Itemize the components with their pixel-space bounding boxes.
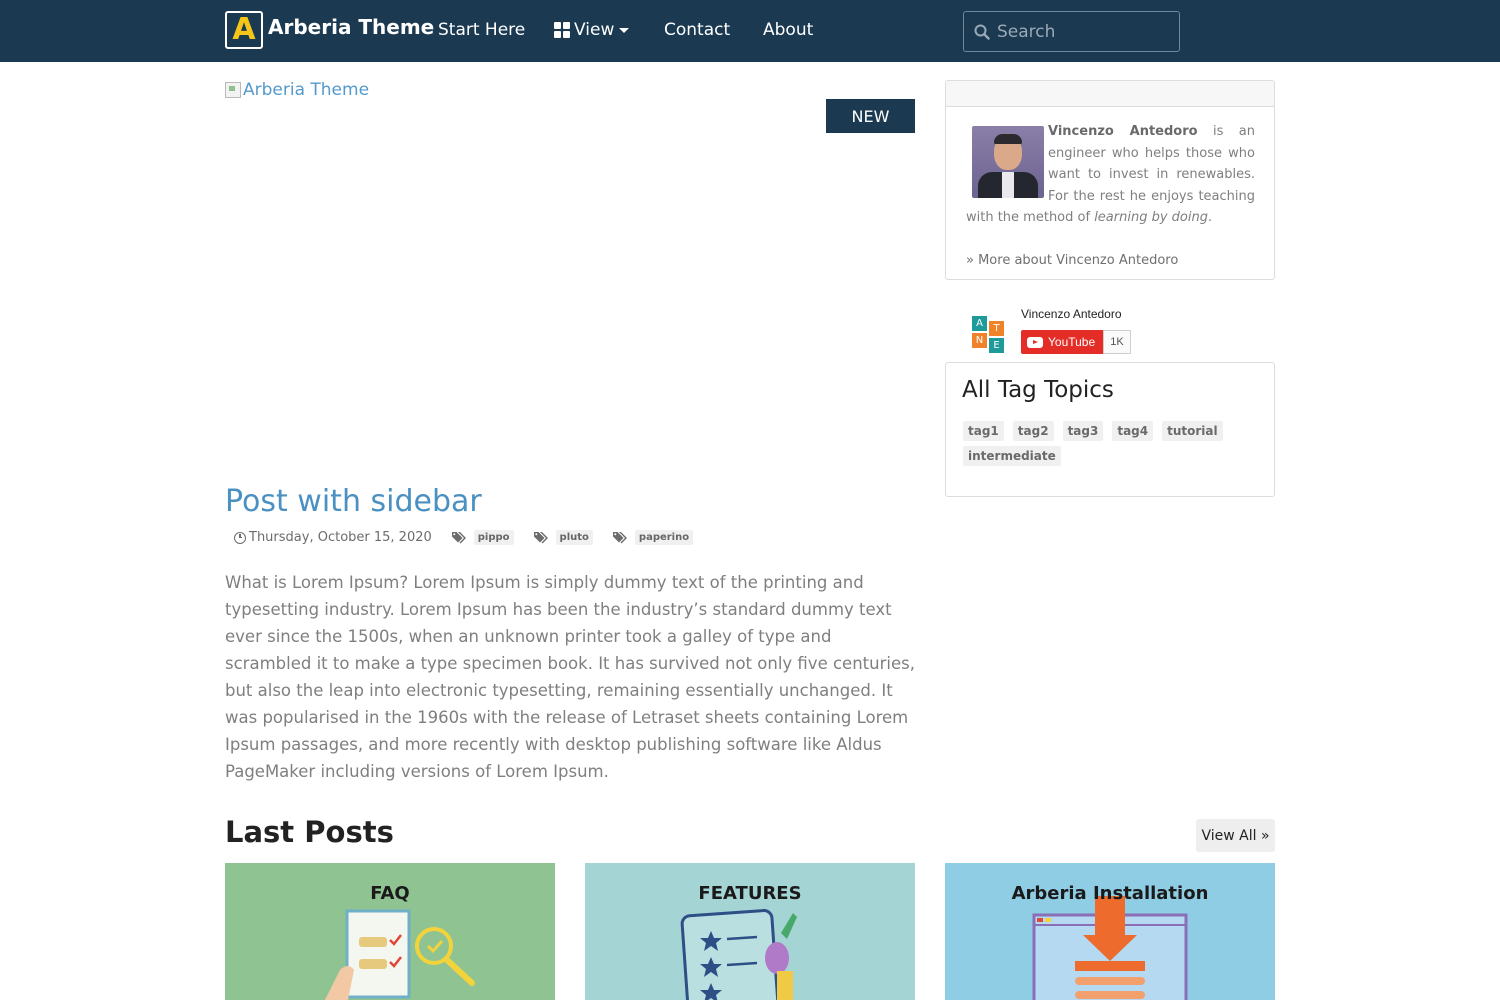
channel-logo-icon: A T N E: [969, 310, 1007, 353]
nav-start-here[interactable]: Start Here: [438, 20, 525, 40]
post-tag-paperino[interactable]: paperino: [634, 530, 694, 545]
nav-contact[interactable]: Contact: [664, 20, 730, 40]
youtube-subscribe-button[interactable]: YouTube: [1021, 330, 1103, 354]
post-title-link[interactable]: Post with sidebar: [225, 484, 482, 519]
channel-logo-letter: E: [989, 338, 1004, 353]
post-excerpt: What is Lorem Ipsum? Lorem Ipsum is simp…: [225, 573, 915, 781]
youtube-play-icon: [1027, 336, 1043, 348]
author-card-header: [946, 81, 1274, 107]
tags-icon: [451, 531, 468, 544]
tag-link-tag4[interactable]: tag4: [1112, 421, 1154, 441]
brand-link[interactable]: A Arberia Theme: [225, 11, 434, 49]
tags-icon: [612, 531, 629, 544]
youtube-subscribe-widget: A T N E Vincenzo Antedoro YouTube 1K: [967, 306, 1137, 356]
channel-logo-letter: T: [989, 321, 1004, 336]
top-navbar: A Arberia Theme Start Here View Contact …: [0, 0, 1500, 62]
broken-image-icon: [225, 82, 241, 98]
tag-topics-title: All Tag Topics: [962, 377, 1114, 403]
post-card-title: FAQ: [370, 883, 410, 904]
youtube-button-label: YouTube: [1048, 335, 1096, 349]
channel-logo-letter: N: [972, 333, 987, 348]
broken-image-placeholder: Arberia Theme: [225, 80, 915, 100]
post-featured-image[interactable]: Arberia Theme: [225, 80, 915, 470]
brand-logo-icon: A: [225, 11, 263, 49]
author-more-link[interactable]: » More about Vincenzo Antedoro: [966, 253, 1178, 268]
youtube-channel-name[interactable]: Vincenzo Antedoro: [1021, 307, 1122, 321]
search-input[interactable]: [997, 21, 1167, 42]
post-date: Thursday, October 15, 2020: [249, 530, 432, 545]
nav-view-dropdown[interactable]: View: [554, 20, 630, 40]
new-badge: NEW: [826, 99, 915, 133]
post-card-title: Arberia Installation: [1011, 883, 1209, 904]
post-card-title: FEATURES: [698, 883, 802, 904]
author-bio-end: .: [1207, 210, 1213, 225]
tag-topics-list: tag1 tag2 tag3 tag4 tutorial intermediat…: [963, 421, 1263, 466]
post-card-faq[interactable]: FAQ: [225, 863, 555, 1000]
tag-link-tag2[interactable]: tag2: [1012, 421, 1054, 441]
tag-link-tutorial[interactable]: tutorial: [1162, 421, 1223, 441]
post-tag-pluto[interactable]: pluto: [555, 530, 593, 545]
tag-topics-card: All Tag Topics tag1 tag2 tag3 tag4 tutor…: [945, 362, 1275, 497]
post-meta: Thursday, October 15, 2020 pippo pluto p…: [234, 530, 694, 545]
nav-view-label: View: [574, 20, 615, 40]
author-bio-emphasis: learning by doing: [1094, 210, 1208, 225]
brand-name: Arberia Theme: [268, 15, 435, 39]
tag-link-tag1[interactable]: tag1: [963, 421, 1004, 441]
youtube-subscriber-count: 1K: [1103, 330, 1131, 354]
author-card: Vincenzo Antedoro is an engineer who hel…: [945, 80, 1275, 280]
post-card-installation[interactable]: Arberia Installation: [945, 863, 1275, 1000]
post-tag-pippo[interactable]: pippo: [473, 530, 514, 545]
grid-icon: [554, 22, 570, 38]
search-box: [963, 11, 1180, 52]
view-all-button[interactable]: View All »: [1196, 819, 1275, 852]
last-posts-title: Last Posts: [225, 815, 394, 849]
post-card-features[interactable]: FEATURES: [585, 863, 915, 1000]
tags-icon: [533, 531, 550, 544]
image-alt-text: Arberia Theme: [243, 80, 370, 100]
tag-link-tag3[interactable]: tag3: [1062, 421, 1104, 441]
tag-link-intermediate[interactable]: intermediate: [963, 446, 1061, 466]
clock-icon: [234, 531, 246, 544]
caret-down-icon: [619, 27, 630, 33]
author-name: Vincenzo Antedoro: [1048, 124, 1198, 139]
search-icon: [974, 24, 990, 40]
channel-logo-letter: A: [972, 316, 987, 331]
author-avatar: [972, 126, 1044, 198]
nav-about[interactable]: About: [763, 20, 813, 40]
